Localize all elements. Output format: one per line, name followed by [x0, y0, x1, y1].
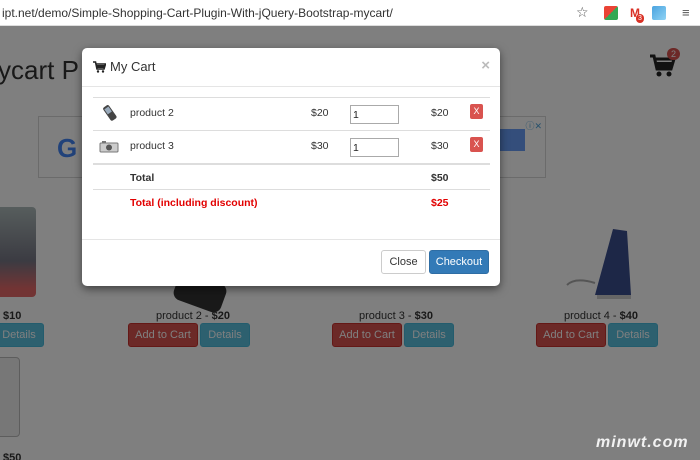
bookmark-star-icon[interactable]: ☆ [576, 4, 589, 21]
modal-title-text: My Cart [110, 59, 156, 74]
close-icon[interactable]: × [481, 57, 490, 74]
table-row: product 2 $20 $20 X [93, 97, 490, 130]
discount-total-label: Total (including discount) [130, 197, 258, 209]
item-subtotal: $30 [431, 140, 449, 152]
cart-modal: My Cart × product 2 $20 $20 X product 3 … [82, 48, 500, 286]
total-value: $50 [431, 172, 449, 184]
remove-item-button[interactable]: X [470, 137, 483, 152]
item-price: $20 [311, 107, 329, 119]
product-thumbnail [99, 141, 119, 153]
item-name: product 2 [130, 107, 174, 119]
item-price: $30 [311, 140, 329, 152]
item-name: product 3 [130, 140, 174, 152]
menu-icon[interactable]: ≡ [682, 5, 690, 20]
extension-icon[interactable] [652, 6, 666, 20]
item-subtotal: $20 [431, 107, 449, 119]
modal-header: My Cart × [82, 48, 500, 87]
modal-title: My Cart [93, 59, 156, 74]
remove-item-button[interactable]: X [470, 104, 483, 119]
total-label: Total [130, 172, 155, 184]
shopping-cart-icon [93, 60, 106, 73]
product-thumbnail [103, 105, 117, 121]
table-row: product 3 $30 $30 X [93, 130, 490, 163]
modal-footer: Close Checkout [82, 239, 500, 286]
close-button[interactable]: Close [381, 250, 426, 274]
address-bar[interactable]: ipt.net/demo/Simple-Shopping-Cart-Plugin… [2, 6, 393, 20]
quantity-input[interactable] [350, 138, 399, 157]
watermark: minwt.com [596, 434, 689, 451]
extension-icon[interactable] [604, 6, 618, 20]
discount-total-row: Total (including discount) $25 [93, 189, 490, 215]
discount-total-value: $25 [431, 197, 449, 209]
gmail-badge: 3 [636, 14, 644, 23]
browser-toolbar: ipt.net/demo/Simple-Shopping-Cart-Plugin… [0, 0, 700, 26]
cart-table: product 2 $20 $20 X product 3 $30 $30 X … [93, 97, 490, 215]
checkout-button[interactable]: Checkout [429, 250, 489, 274]
total-row: Total $50 [93, 163, 490, 189]
quantity-input[interactable] [350, 105, 399, 124]
